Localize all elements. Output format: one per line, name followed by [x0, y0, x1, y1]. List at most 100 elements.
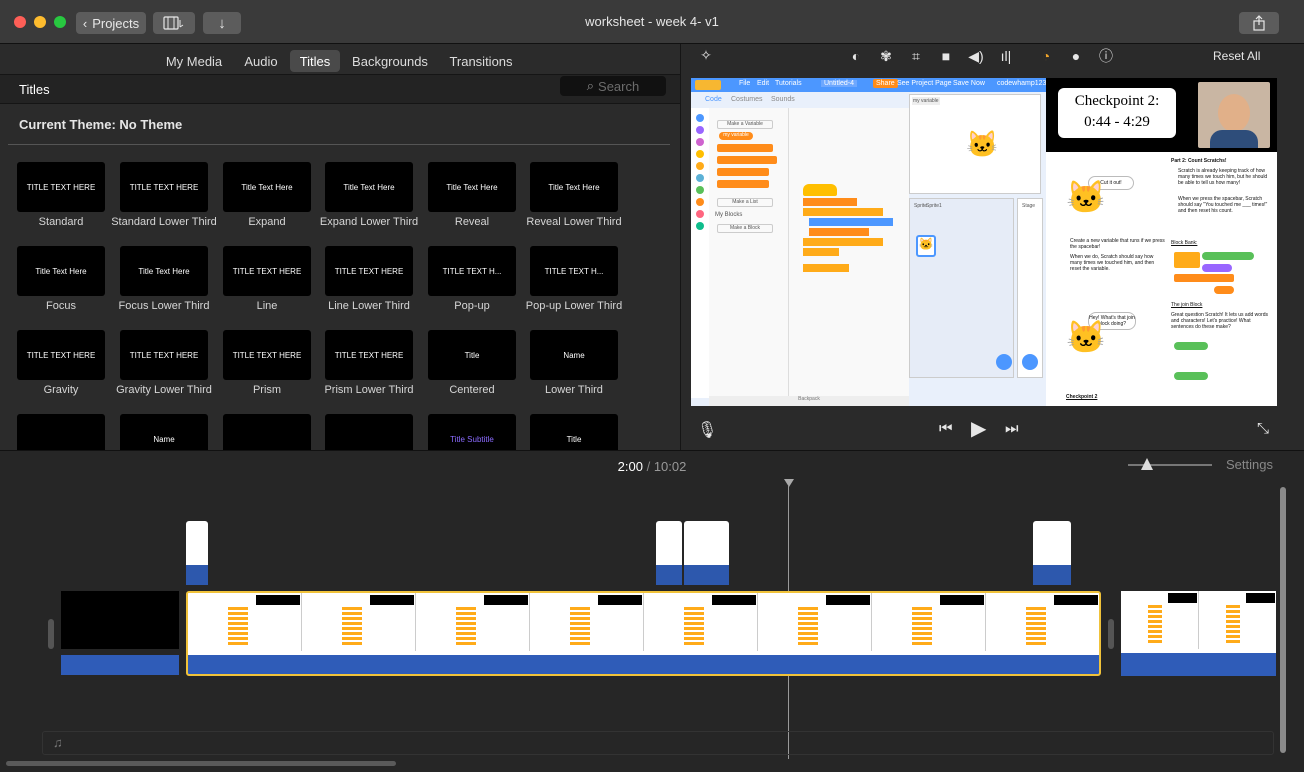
skip-back-icon[interactable]: ⏮︎ — [939, 420, 953, 437]
playhead-handle[interactable] — [784, 479, 794, 487]
scratch-editor: File Edit Tutorials Untitled-4 Share See… — [691, 78, 1050, 406]
scratch-set-block — [717, 144, 773, 152]
tab-titles[interactable]: Titles — [290, 50, 340, 72]
frame-blocks — [455, 607, 477, 645]
title-tile[interactable]: TITLE TEXT H... Pop-up — [417, 246, 527, 312]
timeline-left-handle[interactable] — [48, 619, 54, 649]
scratch-tab-code: Code — [705, 96, 722, 103]
tab-my-media[interactable]: My Media — [162, 50, 226, 72]
title-tile[interactable]: TITLE TEXT HERE Standard Lower Third — [109, 162, 219, 228]
title-tile[interactable] — [6, 414, 116, 450]
stabilization-icon[interactable]: ■ — [937, 47, 955, 65]
title-tile[interactable]: TITLE TEXT H... Pop-up Lower Third — [519, 246, 629, 312]
skip-forward-icon[interactable]: ⏭︎ — [1005, 420, 1019, 437]
tab-backgrounds[interactable]: Backgrounds — [348, 50, 432, 72]
scratch-share: Share — [873, 79, 898, 88]
library-toggle-button[interactable] — [153, 12, 195, 34]
title-tile[interactable]: TITLE TEXT HERE Gravity — [6, 330, 116, 396]
magic-wand-icon[interactable]: ✧ — [697, 46, 715, 64]
speed-icon[interactable]: ◔ — [1037, 47, 1055, 65]
timeline-horizontal-scrollbar[interactable] — [6, 761, 396, 766]
scratch-stage-pane: Stage — [1017, 198, 1043, 378]
zoom-slider-track[interactable] — [1128, 464, 1212, 466]
crop-icon[interactable]: ⌗ — [907, 47, 925, 65]
title-tile[interactable] — [314, 414, 424, 450]
music-well[interactable]: ♫ — [42, 731, 1274, 755]
share-button[interactable] — [1239, 12, 1279, 34]
title-preview: TITLE TEXT H... — [428, 246, 516, 296]
title-tile[interactable]: Title Text Here Focus Lower Third — [109, 246, 219, 312]
worksheet-cat: 🐱 — [1066, 179, 1106, 215]
overlay-bar: Checkpoint 2: 0:44 - 4:29 — [1046, 78, 1277, 152]
search-input[interactable]: ⌕ Search — [560, 76, 666, 96]
projects-back-button[interactable]: ‹ Projects — [76, 12, 146, 34]
fullscreen-icon[interactable]: ⤡ — [1257, 420, 1269, 437]
scratch-category-dot — [696, 198, 704, 206]
play-icon[interactable]: ▶ — [971, 416, 986, 441]
equalizer-icon[interactable]: ıl| — [997, 47, 1015, 65]
worksheet-step-1: Create a new variable that runs if we pr… — [1070, 238, 1165, 250]
video-clip-black[interactable] — [61, 591, 179, 649]
minimize-window-button[interactable] — [34, 16, 46, 28]
color-balance-icon[interactable]: ◐ — [847, 47, 865, 65]
info-icon[interactable]: ⓘ — [1097, 47, 1115, 65]
scratch-save-now: Save Now — [953, 80, 985, 87]
title-tile[interactable]: TITLE TEXT HERE Prism Lower Third — [314, 330, 424, 396]
volume-icon[interactable]: ◀) — [967, 47, 985, 65]
title-clip[interactable] — [684, 521, 729, 585]
scratch-cat-sprite: 🐱 — [966, 129, 999, 159]
title-preview: Title Subtitle — [428, 414, 516, 450]
title-clip[interactable] — [186, 521, 208, 585]
title-preview: TITLE TEXT HERE — [120, 330, 208, 380]
clip-frame-thumbnail — [1199, 591, 1276, 649]
title-clip-band — [684, 565, 729, 585]
title-tile[interactable]: Name Lower Third — [519, 330, 629, 396]
title-tile[interactable]: Title Centered — [417, 330, 527, 396]
timeline-vertical-scrollbar[interactable] — [1280, 487, 1286, 753]
title-tile[interactable]: Name — [109, 414, 219, 450]
reset-all-button[interactable]: Reset All — [1213, 49, 1260, 63]
title-tile[interactable]: TITLE TEXT HERE Line — [212, 246, 322, 312]
title-tile[interactable]: TITLE TEXT HERE Gravity Lower Third — [109, 330, 219, 396]
timeline-right-handle[interactable] — [1108, 619, 1114, 649]
title-preview: TITLE TEXT HERE — [325, 246, 413, 296]
block-bank-block — [1202, 252, 1254, 260]
frame-blocks — [1148, 605, 1163, 643]
scratch-category-dot — [696, 114, 704, 122]
scratch-category-dot — [696, 174, 704, 182]
tab-audio[interactable]: Audio — [238, 50, 284, 72]
title-tile[interactable]: TITLE TEXT HERE Prism — [212, 330, 322, 396]
worksheet-join-heading: The join Block — [1171, 302, 1203, 308]
scratch-make-list: Make a List — [717, 198, 773, 207]
scratch-change-block — [717, 156, 777, 164]
title-tile[interactable]: Title Text Here Focus — [6, 246, 116, 312]
title-tile[interactable] — [212, 414, 322, 450]
tab-transitions[interactable]: Transitions — [444, 50, 518, 72]
title-clip[interactable] — [1033, 521, 1071, 585]
webcam-face — [1218, 94, 1250, 132]
clip-frame-thumbnail — [1121, 591, 1199, 649]
frame-blocks — [797, 607, 819, 645]
close-window-button[interactable] — [14, 16, 26, 28]
scratch-menubar: File Edit Tutorials Untitled-4 Share See… — [691, 78, 1050, 92]
import-button[interactable]: ↓ — [203, 12, 241, 34]
selected-video-clip[interactable] — [186, 591, 1101, 676]
title-tile[interactable]: Title Text Here Reveal — [417, 162, 527, 228]
title-clip[interactable] — [656, 521, 682, 585]
title-tile[interactable]: Title Subtitle — [417, 414, 527, 450]
settings-button[interactable]: Settings — [1226, 457, 1273, 472]
clip-frames — [1121, 591, 1276, 649]
title-tile[interactable]: Title Text Here Reveal Lower Third — [519, 162, 629, 228]
title-tile[interactable]: Title — [519, 414, 629, 450]
scratch-sprite-name: Sprite1 — [926, 203, 942, 209]
color-palette-icon[interactable]: ✾ — [877, 47, 895, 65]
title-tile[interactable]: Title Text Here Expand — [212, 162, 322, 228]
title-tile[interactable]: TITLE TEXT HERE Standard — [6, 162, 116, 228]
video-clip-next[interactable] — [1121, 591, 1276, 676]
title-tile[interactable]: Title Text Here Expand Lower Third — [314, 162, 424, 228]
title-tile[interactable]: TITLE TEXT HERE Line Lower Third — [314, 246, 424, 312]
microphone-icon[interactable]: 🎙︎ — [697, 420, 717, 440]
timeline: 2:00 / 10:02 Settings ♫ — [0, 450, 1304, 772]
filter-icon[interactable]: ● — [1067, 47, 1085, 65]
zoom-window-button[interactable] — [54, 16, 66, 28]
